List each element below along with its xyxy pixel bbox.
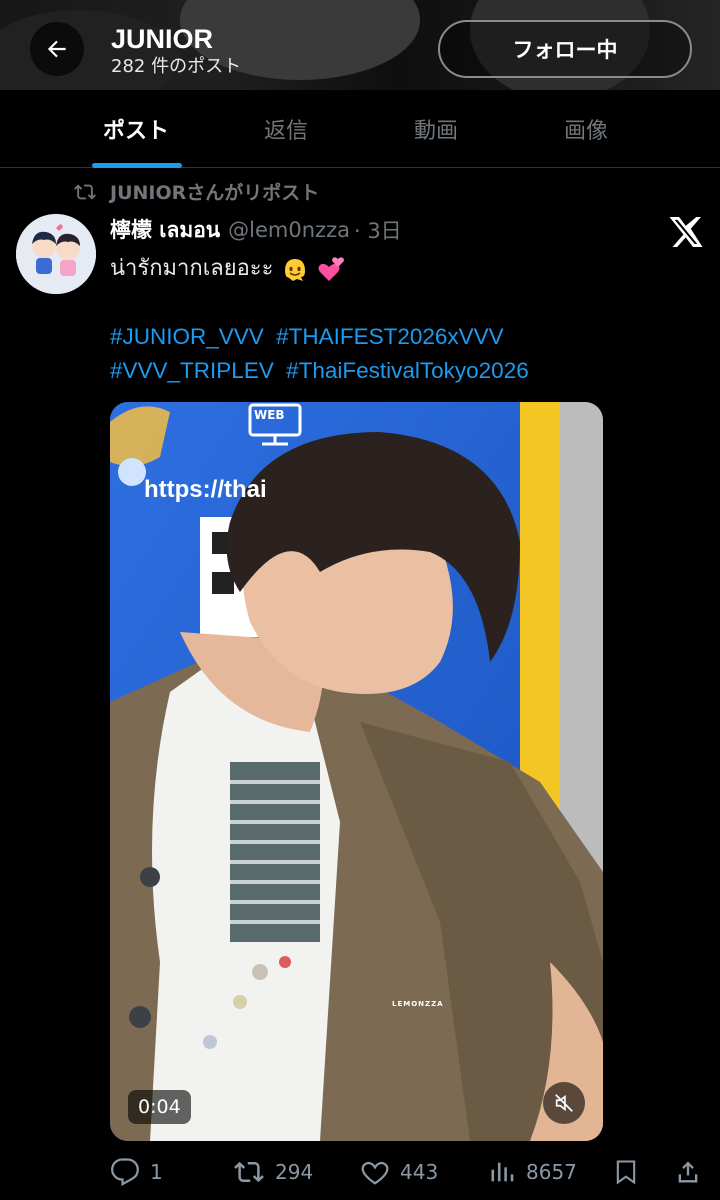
post-hashtags: #JUNIOR_VVV #THAIFEST2026xVVV #VVV_TRIPL…	[110, 320, 535, 388]
active-tab-indicator	[92, 163, 182, 168]
video-frame	[110, 402, 603, 1141]
avatar[interactable]	[16, 214, 96, 294]
video-duration: 0:04	[128, 1090, 191, 1124]
heart-icon	[361, 1161, 389, 1185]
tab-videos[interactable]: 動画	[361, 90, 511, 168]
sign-web-label: WEB	[254, 408, 285, 422]
author-handle[interactable]: @lem0nzza	[228, 218, 350, 242]
views-icon	[491, 1162, 514, 1182]
tab-posts[interactable]: ポスト	[61, 90, 211, 168]
melting-face-icon	[285, 259, 306, 281]
video-watermark: LEMONZZA	[392, 1000, 444, 1008]
post-body: น่ารักมากเลยอะะ	[110, 252, 345, 286]
sign-url-text: https://thai	[144, 476, 267, 503]
post-actions: 1 294 443 8657	[0, 1150, 720, 1194]
x-logo-icon[interactable]	[668, 214, 704, 250]
author-display-name[interactable]: 檸檬 เลมอน	[110, 214, 220, 247]
reply-icon	[111, 1158, 139, 1187]
bookmark-button[interactable]	[612, 1150, 650, 1194]
share-icon	[678, 1161, 698, 1183]
mute-button[interactable]	[543, 1082, 585, 1124]
share-button[interactable]	[674, 1150, 712, 1194]
speaker-muted-icon	[555, 1094, 573, 1112]
arrow-left-icon	[47, 40, 66, 58]
repost-button[interactable]: 294	[233, 1150, 313, 1194]
hashtag-link[interactable]: #JUNIOR_VVV	[110, 324, 264, 349]
video-player[interactable]: https://thai WEB LEMONZZA 0:04	[110, 402, 603, 1141]
hashtag-link[interactable]: #THAIFEST2026xVVV	[276, 324, 504, 349]
hashtag-link[interactable]: #VVV_TRIPLEV	[110, 358, 274, 383]
avatar-illustration	[16, 214, 96, 294]
tab-replies[interactable]: 返信	[211, 90, 361, 168]
reply-button[interactable]: 1	[110, 1150, 163, 1194]
like-button[interactable]: 443	[360, 1150, 438, 1194]
post-time[interactable]: · 3日	[354, 215, 402, 245]
profile-name: JUNIOR	[111, 24, 214, 54]
profile-tabs: ポスト 返信 動画 画像	[0, 90, 720, 168]
following-button[interactable]: フォロー中	[438, 20, 692, 78]
tab-images[interactable]: 画像	[511, 90, 661, 168]
profile-header: JUNIOR 282 件のポスト フォロー中	[0, 0, 720, 90]
bookmark-icon	[616, 1160, 636, 1185]
two-hearts-icon	[318, 257, 345, 281]
repost-icon	[234, 1161, 264, 1183]
views-button[interactable]: 8657	[488, 1150, 577, 1194]
hashtag-link[interactable]: #ThaiFestivalTokyo2026	[286, 358, 529, 383]
post-author[interactable]: 檸檬 เลมอน @lem0nzza · 3日	[110, 214, 402, 246]
back-button[interactable]	[30, 22, 84, 76]
repost-context[interactable]: JUNIORさんがリポスト	[72, 178, 319, 205]
post-count: 282 件のポスト	[111, 56, 242, 77]
repost-icon	[74, 184, 96, 199]
